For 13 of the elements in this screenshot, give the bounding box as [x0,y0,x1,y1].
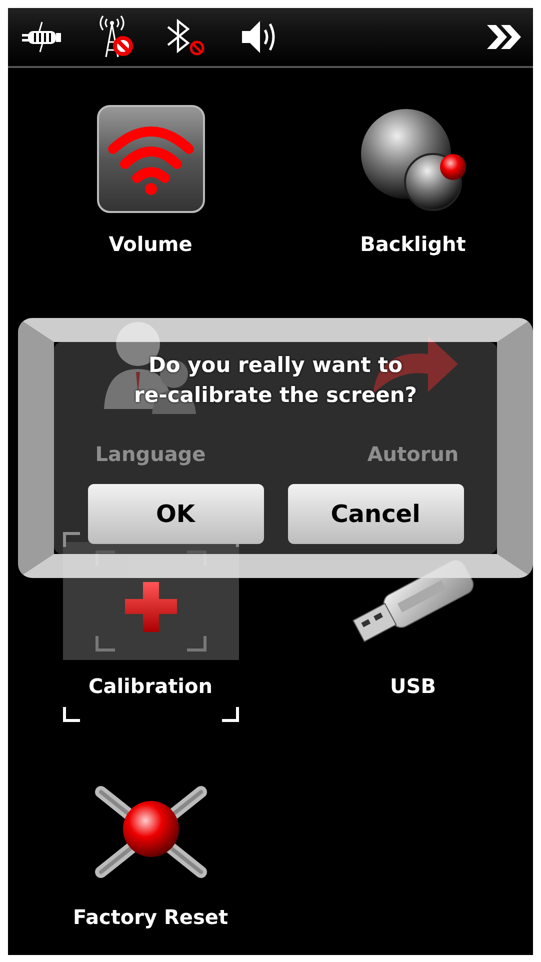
tile-label[interactable]: Volume [108,232,192,256]
double-chevron-icon[interactable] [485,22,523,52]
tile-label[interactable]: Factory Reset [73,905,228,929]
tile-label[interactable]: Calibration [88,674,212,698]
volume-waves-icon [96,104,206,214]
tile-label[interactable]: Backlight [360,232,466,256]
tile-label[interactable]: Autorun [367,442,459,466]
plug-icon[interactable] [20,20,64,54]
tile-label[interactable]: USB [390,674,436,698]
cancel-button[interactable]: Cancel [288,484,464,544]
ok-button[interactable]: OK [88,484,264,544]
tile-label[interactable]: Language [95,442,206,466]
dialog-message: Do you really want to re-calibrate the screen? [134,352,417,409]
